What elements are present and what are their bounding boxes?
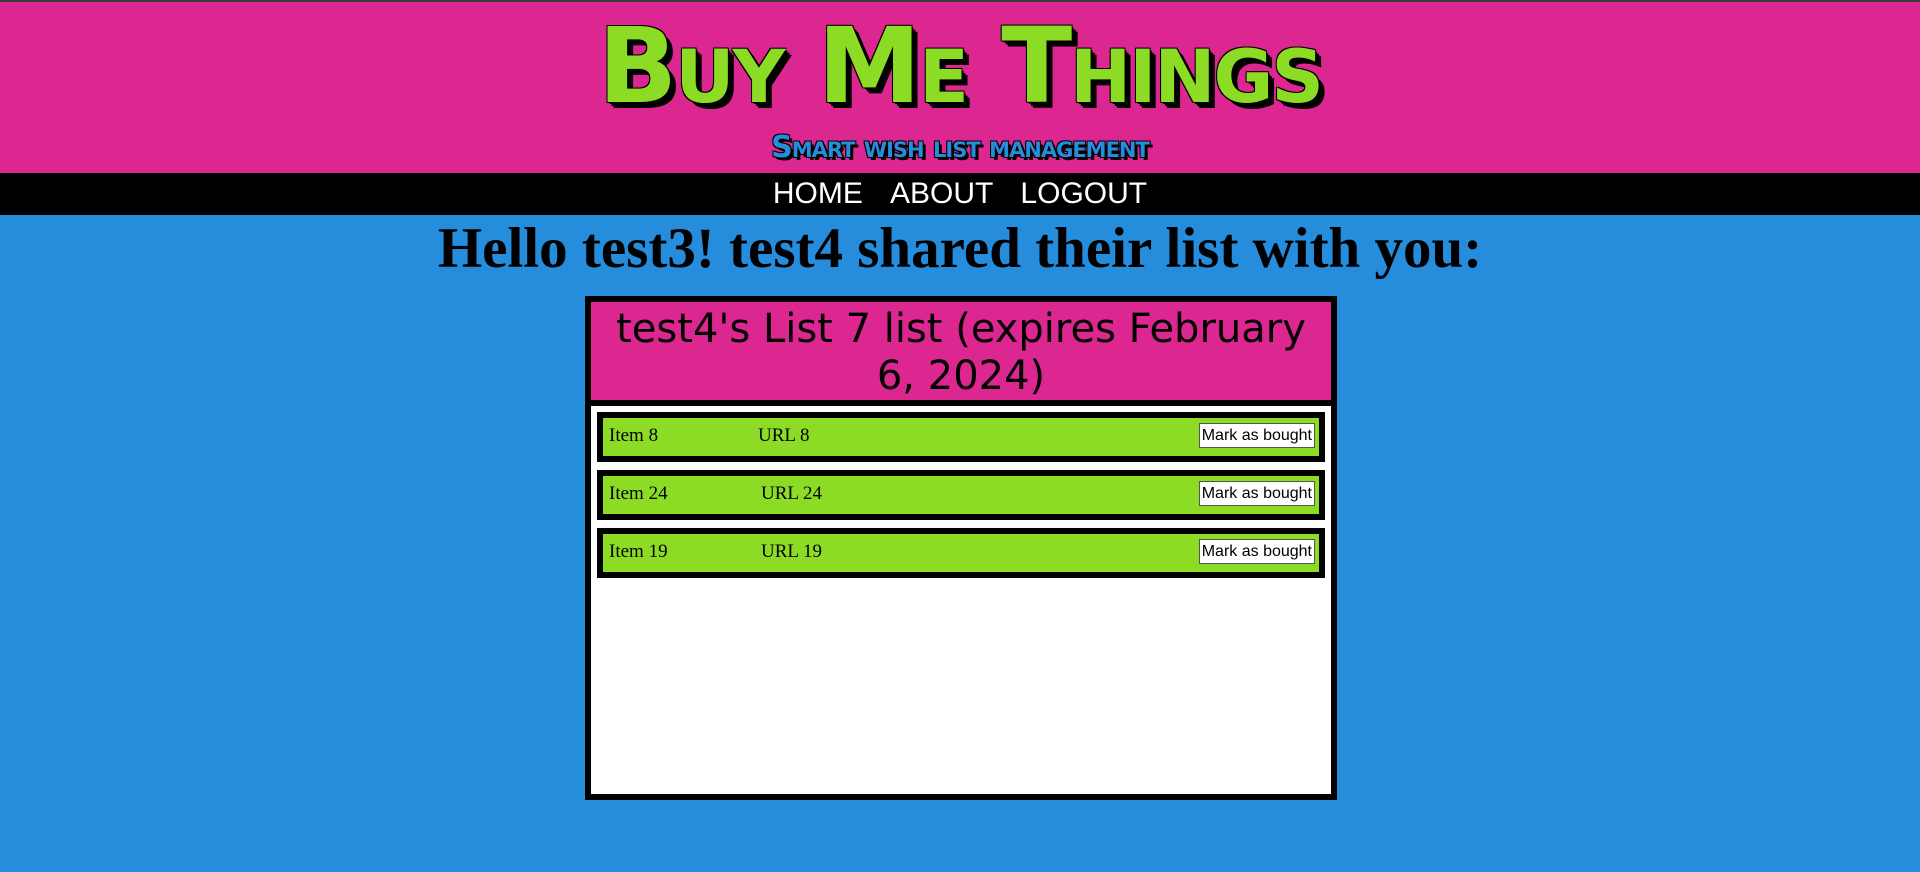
item-url: URL 19 (761, 541, 823, 562)
list-title-line-1: test4's List 7 list (expires February (616, 306, 1306, 352)
nav-bar: HOME ABOUT LOGOUT (0, 173, 1920, 215)
list-title-line-2: 6, 2024) (876, 353, 1046, 399)
list-item: Item 19 URL 19 Mark as bought (593, 524, 1329, 582)
list-title: test4's List 7 list (expires February 6,… (591, 302, 1331, 406)
item-url: URL 24 (761, 483, 823, 504)
nav-home-link[interactable]: HOME (773, 173, 863, 215)
list-items: Item 8 URL 8 Mark as bought Item 24 URL … (593, 408, 1329, 586)
item-url: URL 8 (758, 425, 810, 446)
list-item: Item 24 URL 24 Mark as bought (593, 466, 1329, 524)
nav-about-link[interactable]: ABOUT (890, 173, 993, 215)
item-name: Item 8 (609, 425, 659, 446)
mark-as-bought-button[interactable]: Mark as bought (1198, 423, 1315, 448)
nav-logout-link[interactable]: LOGOUT (1020, 173, 1147, 215)
site-header: Buy Me Things Smart wish list management (0, 2, 1920, 173)
mark-as-bought-button[interactable]: Mark as bought (1198, 481, 1315, 506)
list-item: Item 8 URL 8 Mark as bought (593, 408, 1329, 466)
item-name: Item 24 (609, 483, 668, 504)
site-tagline: Smart wish list management (771, 130, 1150, 165)
shared-list-card: test4's List 7 list (expires February 6,… (585, 296, 1337, 800)
item-name: Item 19 (609, 541, 668, 562)
page-greeting: Hello test3! test4 shared their list wit… (437, 217, 1483, 280)
site-title: Buy Me Things (598, 5, 1324, 127)
mark-as-bought-button[interactable]: Mark as bought (1198, 539, 1315, 564)
